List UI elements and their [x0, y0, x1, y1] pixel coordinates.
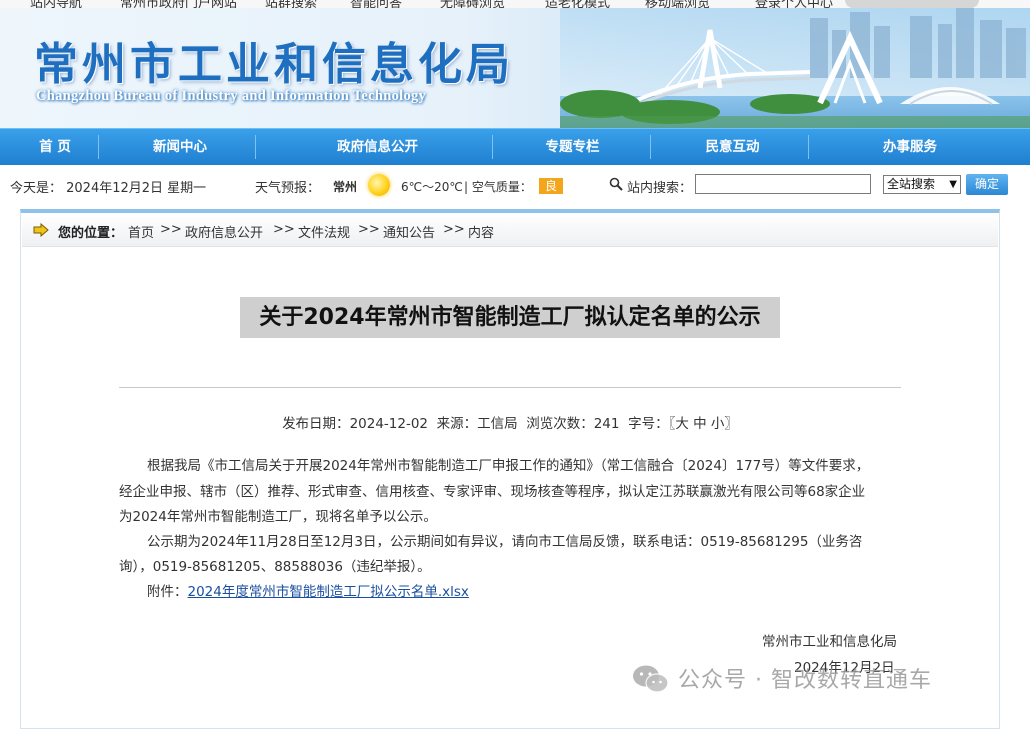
air-quality-badge: 良 [539, 178, 563, 194]
publish-date: 2024-12-02 [349, 416, 429, 432]
watermark-text: 公众号 · 智改数转直通车 [678, 668, 932, 693]
breadcrumb-gov-info[interactable]: 政府信息公开 [185, 222, 263, 241]
wechat-icon [633, 665, 669, 693]
breadcrumb-separator: >> [443, 222, 465, 237]
title-divider [119, 387, 901, 388]
publish-date-label: 发布日期： [282, 416, 350, 432]
nav-gov-info[interactable]: 政府信息公开 [290, 129, 465, 165]
strip-link-gov-portal[interactable]: 常州市政府门户网站 [120, 0, 237, 8]
nav-divider [255, 135, 256, 159]
strip-link-qa[interactable]: 智能问答 [350, 0, 402, 8]
site-subtitle: Changzhou Bureau of Industry and Informa… [36, 88, 427, 104]
search-scope-value: 全站搜索 [887, 177, 936, 191]
sunny-weather-icon [368, 174, 390, 196]
strip-link-elderly-mode[interactable]: 适老化模式 [545, 0, 610, 8]
strip-link-accessibility[interactable]: 无障碍浏览 [440, 0, 505, 8]
search-submit-button[interactable]: 确定 [966, 174, 1008, 195]
arrow-right-icon [33, 223, 49, 237]
air-quality-label: | 空气质量： [464, 180, 532, 194]
views-label: 浏览次数： [526, 416, 594, 432]
strip-link-site-nav[interactable]: 站内导航 [30, 0, 82, 8]
nav-divider [98, 135, 99, 159]
nav-divider [808, 135, 809, 159]
source: 工信局 [477, 416, 518, 432]
signature-org: 常州市工业和信息化局 [762, 634, 897, 650]
attachment-link[interactable]: 2024年度常州市智能制造工厂拟公示名单.xlsx [188, 584, 469, 600]
nav-special[interactable]: 专题专栏 [505, 129, 640, 165]
source-label: 来源： [436, 416, 478, 432]
breadcrumb-home[interactable]: 首页 [128, 222, 154, 241]
site-title: 常州市工业和信息化局 [34, 39, 514, 90]
breadcrumb-label: 您的位置： [58, 226, 124, 241]
nav-news[interactable]: 新闻中心 [110, 129, 250, 165]
search-label: 站内搜索： [627, 181, 693, 196]
nav-divider [492, 135, 493, 159]
top-utility-strip: 站内导航 常州市政府门户网站 站群搜索 智能问答 无障碍浏览 适老化模式 移动端… [0, 0, 1030, 8]
breadcrumb-notices[interactable]: 通知公告 [383, 222, 435, 241]
breadcrumb: 您的位置： 首页 >> 政府信息公开 >> 文件法规 >> 通知公告 >> 内容 [22, 214, 998, 247]
weather-temperature: 6℃～20℃ [401, 180, 463, 194]
nav-home[interactable]: 首 页 [0, 129, 110, 165]
weather-city: 常州 [333, 180, 358, 194]
article-meta: 发布日期：2024-12-02 来源：工信局 浏览次数：241 字号：〖大 中 … [0, 412, 1020, 432]
search-scope-select[interactable]: 全站搜索 ▼ [883, 175, 961, 194]
search-icon [609, 177, 623, 191]
attachment-row: 附件：2024年度常州市智能制造工厂拟公示名单.xlsx [147, 580, 469, 600]
weather-label: 天气预报： [255, 181, 321, 196]
breadcrumb-separator: >> [358, 222, 380, 237]
breadcrumb-separator: >> [273, 222, 295, 237]
breadcrumb-current: 内容 [468, 226, 495, 241]
site-banner: 常州市工业和信息化局 Changzhou Bureau of Industry … [0, 8, 1030, 128]
font-size-label: 字号： [628, 416, 669, 432]
breadcrumb-separator: >> [160, 222, 182, 237]
today-date: 今天是： 2024年12月2日 星期一 [10, 181, 207, 196]
nav-services[interactable]: 办事服务 [840, 129, 980, 165]
strip-pill[interactable] [845, 0, 979, 8]
font-size-switch[interactable]: 〖大 中 小〗 [669, 416, 738, 432]
view-count: 241 [593, 416, 620, 432]
banner-city-illustration [560, 8, 1030, 128]
article-title: 关于2024年常州市智能制造工厂拟认定名单的公示 [240, 297, 780, 338]
chevron-down-icon: ▼ [949, 179, 957, 190]
body-line: 询），0519-85681205、88588036（违纪举报）。 [119, 559, 431, 575]
strip-link-mobile[interactable]: 移动端浏览 [645, 0, 710, 8]
attachment-label: 附件： [147, 584, 188, 600]
nav-divider [650, 135, 651, 159]
strip-link-login[interactable]: 登录个人中心 [755, 0, 833, 8]
nav-interaction[interactable]: 民意互动 [665, 129, 800, 165]
main-nav: 首 页 新闻中心 政府信息公开 专题专栏 民意互动 办事服务 [0, 128, 1030, 165]
body-line: 根据我局《市工信局关于开展2024年常州市智能制造工厂申报工作的通知》（常工信融… [147, 458, 870, 474]
body-line: 公示期为2024年11月28日至12月3日，公示期间如有异议，请向市工信局反馈，… [147, 534, 863, 550]
info-bar: 今天是： 2024年12月2日 星期一 天气预报： 常州 6℃～20℃ | 空气… [0, 165, 1030, 205]
site-search-input[interactable] [695, 174, 871, 194]
body-line: 为2024年常州市智能制造工厂，现将名单予以公示。 [119, 509, 437, 525]
body-line: 经企业申报、辖市（区）推荐、形式审查、信用核查、专家评审、现场核查等程序，拟认定… [119, 484, 866, 500]
strip-link-site-search[interactable]: 站群搜索 [265, 0, 317, 8]
breadcrumb-regulations[interactable]: 文件法规 [298, 222, 350, 241]
